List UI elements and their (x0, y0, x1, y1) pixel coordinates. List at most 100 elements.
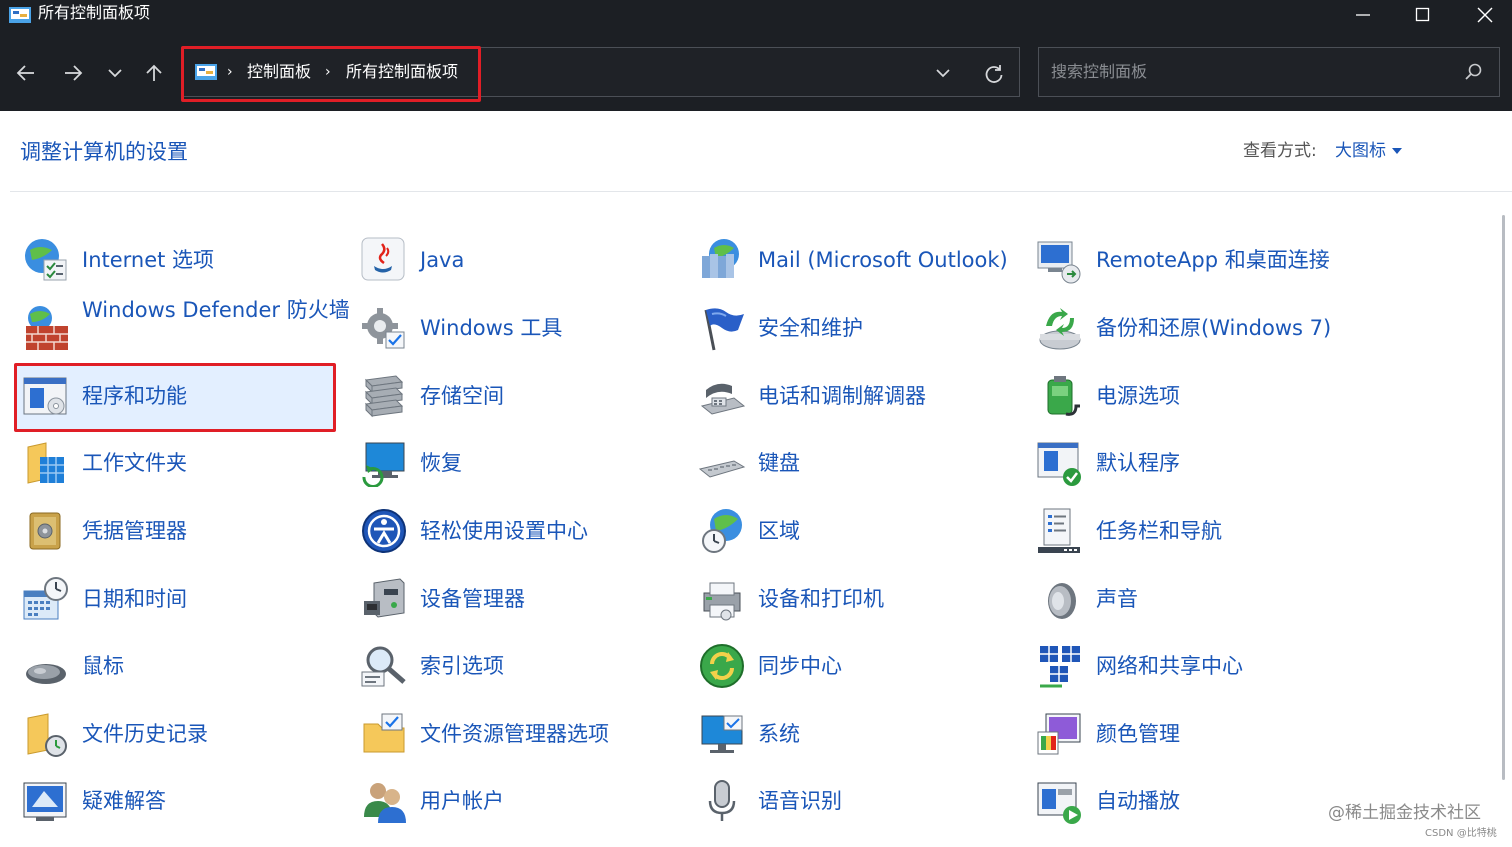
item-indexing-options[interactable]: 索引选项 (360, 636, 680, 696)
item-internet-options[interactable]: Internet 选项 (22, 230, 342, 290)
arrow-left-icon (16, 65, 34, 81)
item-label: 网络和共享中心 (1096, 654, 1243, 678)
search-icon[interactable] (1463, 62, 1483, 82)
item-power-options[interactable]: 电源选项 (1036, 366, 1356, 426)
backup-icon (1039, 308, 1081, 350)
item-label: 文件资源管理器选项 (420, 722, 609, 746)
item-work-folders[interactable]: 工作文件夹 (22, 433, 342, 493)
item-system[interactable]: 系统 (698, 704, 1018, 764)
item-security-maintenance[interactable]: 安全和维护 (698, 298, 1018, 358)
arrow-up-icon (146, 64, 162, 81)
item-speech-recognition[interactable]: 语音识别 (698, 771, 1018, 831)
item-label: 凭据管理器 (82, 519, 187, 543)
item-ease-of-access[interactable]: 轻松使用设置中心 (360, 501, 680, 561)
item-label: 恢复 (420, 451, 462, 475)
item-label: 电话和调制解调器 (758, 384, 926, 408)
item-default-programs[interactable]: 默认程序 (1036, 433, 1356, 493)
minimize-button[interactable] (1332, 0, 1394, 30)
color-management-icon (1037, 713, 1081, 755)
item-region[interactable]: 区域 (698, 501, 1018, 561)
divider (10, 191, 1512, 192)
vertical-scrollbar[interactable] (1502, 215, 1505, 780)
item-label: 存储空间 (420, 384, 504, 408)
view-by-dropdown[interactable]: 大图标 (1335, 140, 1386, 162)
troubleshoot-icon (23, 782, 67, 821)
up-button[interactable] (139, 58, 169, 88)
device-manager-icon (364, 578, 405, 618)
credential-icon (29, 512, 61, 550)
search-box[interactable]: 搜索控制面板 (1038, 47, 1500, 97)
remoteapp-icon (1037, 241, 1081, 284)
taskbar-icon (1038, 508, 1080, 553)
selected-item-highlight-box (14, 363, 336, 432)
maximize-button[interactable] (1392, 0, 1454, 30)
item-backup-restore[interactable]: 备份和还原(Windows 7) (1036, 298, 1356, 358)
item-label: 声音 (1096, 587, 1138, 611)
item-windows-tools[interactable]: Windows 工具 (360, 298, 680, 358)
item-label: 设备和打印机 (758, 587, 884, 611)
view-by-label: 查看方式: (1243, 141, 1317, 161)
item-label: 键盘 (758, 451, 800, 475)
item-color-management[interactable]: 颜色管理 (1036, 704, 1356, 764)
security-flag-icon (704, 308, 744, 351)
item-keyboard[interactable]: 键盘 (698, 433, 1018, 493)
item-java[interactable]: Java (360, 230, 680, 290)
item-autoplay[interactable]: 自动播放 (1036, 771, 1356, 831)
date-time-icon (23, 577, 68, 620)
network-icon (1040, 646, 1080, 688)
item-date-time[interactable]: 日期和时间 (22, 569, 342, 629)
window-title: 所有控制面板项 (38, 3, 151, 22)
item-label: RemoteApp 和桌面连接 (1096, 248, 1330, 272)
java-icon (361, 237, 405, 281)
item-sync-center[interactable]: 同步中心 (698, 636, 1018, 696)
item-storage-spaces[interactable]: 存储空间 (360, 366, 680, 426)
item-label: Internet 选项 (82, 248, 215, 272)
item-troubleshooting[interactable]: 疑难解答 (22, 771, 342, 831)
ease-of-access-icon (362, 509, 406, 553)
item-label: 日期和时间 (82, 587, 187, 611)
chevron-down-icon (108, 69, 122, 78)
item-file-history[interactable]: 文件历史记录 (22, 704, 342, 764)
item-label: 疑难解答 (82, 789, 166, 813)
close-button[interactable] (1454, 0, 1512, 30)
watermark-sub: CSDN @比特桃 (1425, 828, 1497, 839)
item-device-manager[interactable]: 设备管理器 (360, 569, 680, 629)
sync-icon (700, 644, 744, 688)
explorer-options-icon (363, 713, 405, 753)
item-taskbar-navigation[interactable]: 任务栏和导航 (1036, 501, 1356, 561)
system-icon (701, 715, 743, 753)
file-history-icon (27, 713, 67, 757)
default-programs-icon (1037, 442, 1081, 486)
item-label: 语音识别 (758, 789, 842, 813)
item-label: 颜色管理 (1096, 722, 1180, 746)
back-button[interactable] (11, 58, 41, 88)
item-phone-modem[interactable]: 电话和调制解调器 (698, 366, 1018, 426)
user-accounts-icon (364, 783, 406, 823)
recovery-icon (362, 442, 405, 487)
item-label: 系统 (758, 722, 800, 746)
item-sound[interactable]: 声音 (1036, 569, 1356, 629)
item-firewall[interactable]: Windows Defender 防火墙 (22, 298, 350, 358)
maximize-icon (1415, 7, 1430, 22)
minimize-icon (1356, 14, 1370, 16)
item-recovery[interactable]: 恢复 (360, 433, 680, 493)
chevron-down-icon[interactable] (934, 66, 952, 80)
caret-down-icon[interactable] (1391, 147, 1403, 155)
mail-icon (702, 239, 739, 278)
item-credential-manager[interactable]: 凭据管理器 (22, 501, 342, 561)
item-mouse[interactable]: 鼠标 (22, 636, 342, 696)
item-label: 鼠标 (82, 654, 124, 678)
item-mail[interactable]: Mail (Microsoft Outlook) (698, 230, 1018, 290)
search-placeholder[interactable]: 搜索控制面板 (1051, 62, 1147, 82)
breadcrumb-highlight-box (181, 46, 481, 102)
item-user-accounts[interactable]: 用户帐户 (360, 771, 680, 831)
item-explorer-options[interactable]: 文件资源管理器选项 (360, 704, 680, 764)
recent-locations-button[interactable] (100, 58, 130, 88)
speech-icon (708, 780, 736, 821)
item-remoteapp[interactable]: RemoteApp 和桌面连接 (1036, 230, 1356, 290)
item-network-sharing[interactable]: 网络和共享中心 (1036, 636, 1356, 696)
refresh-icon[interactable] (983, 63, 1005, 85)
item-label: 设备管理器 (420, 587, 525, 611)
forward-button[interactable] (58, 58, 88, 88)
item-devices-printers[interactable]: 设备和打印机 (698, 569, 1018, 629)
